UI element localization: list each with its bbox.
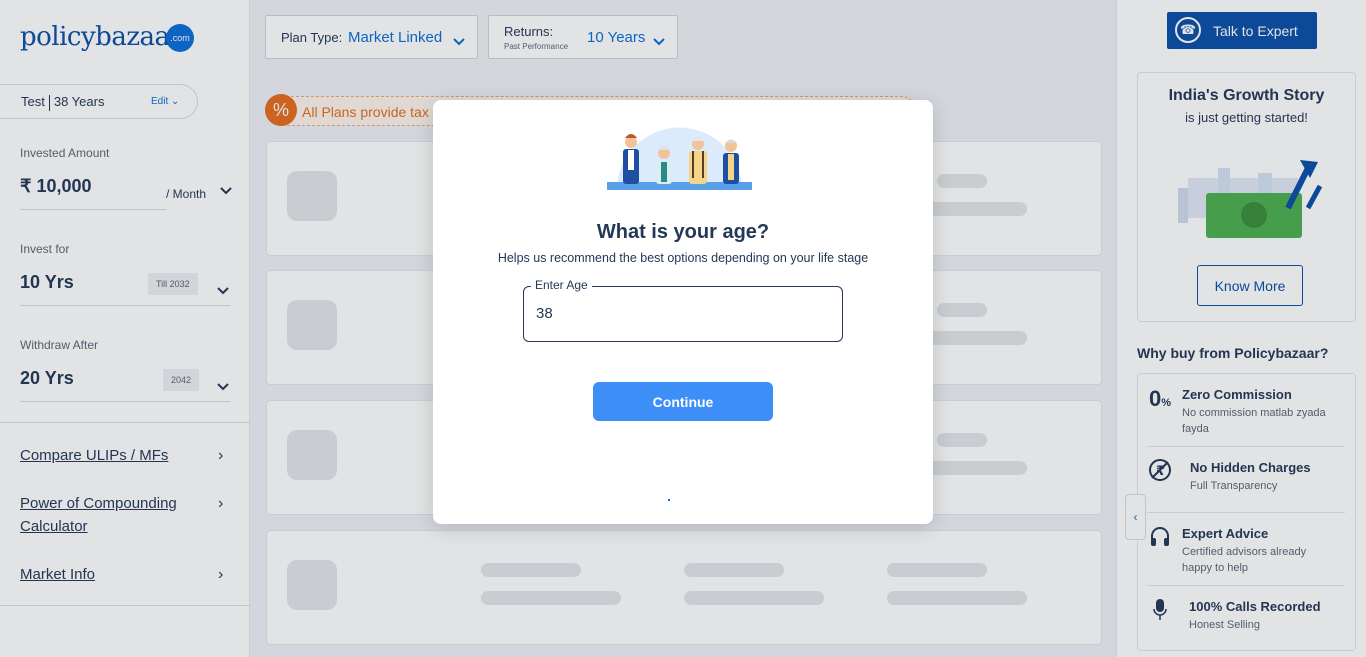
family-illustration (607, 127, 752, 190)
modal-subtitle: Helps us recommend the best options depe… (497, 251, 869, 265)
modal-title: What is your age? (596, 221, 770, 243)
age-modal: What is your age? Helps us recommend the… (433, 100, 933, 524)
age-field-label: Enter Age (531, 278, 592, 292)
age-input[interactable] (536, 305, 826, 322)
loading-indicator (668, 499, 670, 501)
continue-button[interactable]: Continue (593, 382, 773, 421)
